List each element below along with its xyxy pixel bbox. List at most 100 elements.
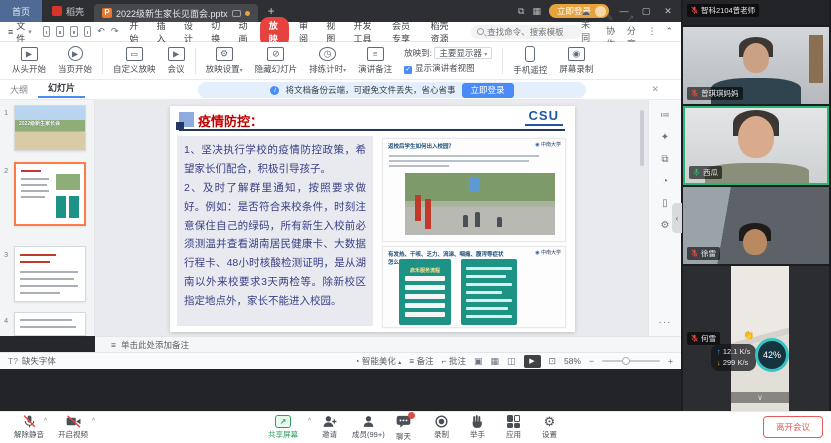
chart-tool-icon[interactable]: ◔ <box>662 176 668 187</box>
menu-tab-devtools[interactable]: 开发工具 <box>346 19 385 45</box>
hide-slide-button[interactable]: 隐藏幻灯片 <box>249 47 304 75</box>
members-button[interactable]: 成员(99+) <box>352 415 385 440</box>
output-icon[interactable] <box>56 26 64 37</box>
more-tools-icon[interactable]: ··· <box>659 317 672 328</box>
share-screen-button[interactable]: 共享屏幕 <box>268 415 298 440</box>
menu-tab-design[interactable]: 设计 <box>176 19 203 45</box>
smart-beautify-button[interactable]: ◔ 智能美化 ▴ <box>354 355 401 367</box>
flow-card-left: 启禾服务流程 <box>399 259 451 325</box>
video-tile-2[interactable]: 曾琪琪妈妈 <box>683 27 829 104</box>
print-icon[interactable] <box>70 26 78 37</box>
invite-button[interactable]: 邀请 <box>322 415 337 440</box>
slide-thumbnail-1[interactable]: 2022级新生家长会 <box>14 105 86 151</box>
share-options-chevron[interactable]: ^ <box>308 418 311 425</box>
menu-tab-transition[interactable]: 切换 <box>203 19 230 45</box>
sorter-view-icon[interactable]: ▦ <box>490 356 499 367</box>
save-icon[interactable] <box>43 26 51 37</box>
unmute-button[interactable]: 解除静音 <box>14 415 44 440</box>
menu-tab-animation[interactable]: 动画 <box>230 19 257 45</box>
panel-collapse-handle[interactable]: ‹ <box>672 203 682 233</box>
apps-button[interactable]: 应用 <box>506 415 521 440</box>
beautify-wand-icon[interactable]: ✦ <box>661 132 669 143</box>
menu-tab-member[interactable]: 会员专享 <box>384 19 423 45</box>
menu-tab-docer-res[interactable]: 稻壳资源 <box>423 19 462 45</box>
redo-icon[interactable]: ↷ <box>111 26 119 37</box>
record-button[interactable]: 录制 <box>434 415 449 440</box>
menu-tab-review[interactable]: 审阅 <box>291 19 318 45</box>
presenter-view-checkbox[interactable]: ✓显示演讲者视图 <box>404 62 492 74</box>
missing-font-icon[interactable]: T? <box>8 356 18 366</box>
hide-slide-icon <box>267 47 284 61</box>
custom-show-icon <box>126 47 143 61</box>
zoom-level[interactable]: 58% <box>564 356 581 366</box>
slide-thumbnail-2-selected[interactable] <box>14 162 86 226</box>
screen-record-icon <box>568 47 585 61</box>
rehearse-timing-icon <box>319 47 336 61</box>
docer-tab[interactable]: 稻壳 <box>42 0 94 22</box>
settings-tool-icon[interactable]: ⚙ <box>661 220 670 231</box>
video-tile-1[interactable]: 智科2104曾老师 <box>683 0 829 25</box>
meeting-button[interactable]: 会议 <box>162 47 191 75</box>
settings-button[interactable]: ⚙ 设置 <box>542 415 557 440</box>
undo-icon[interactable]: ↶ <box>97 26 105 37</box>
slides-pane-tab[interactable]: 幻灯片 <box>38 81 85 98</box>
video-tile-3-active-speaker[interactable]: 西瓜 <box>683 106 829 185</box>
duplicate-icon[interactable]: ⧉ <box>661 154 668 165</box>
split-view-icon[interactable]: ⧉ <box>518 6 524 17</box>
zoom-out-icon[interactable]: − <box>589 356 594 366</box>
search-input[interactable] <box>487 27 575 37</box>
reading-view-icon[interactable]: ◫ <box>507 356 516 367</box>
normal-view-icon[interactable]: ▣ <box>474 356 483 367</box>
workspace-grid-icon[interactable]: ▦ <box>532 6 541 17</box>
slide-number: 1 <box>4 108 8 117</box>
chat-button[interactable]: 聊天 <box>396 415 411 442</box>
slide-thumbnail-4[interactable] <box>14 312 86 336</box>
phone-remote-button[interactable]: 手机遥控 <box>507 46 553 76</box>
outline-pane-tab[interactable]: 大纲 <box>0 83 38 96</box>
video-tile-5[interactable]: 何雪 👏 ↑ 12.1 K/s ↓ 299 K/s 42% ∨ <box>683 266 829 411</box>
collapse-ribbon-icon[interactable]: ⌃ <box>666 26 674 37</box>
preview-icon[interactable] <box>84 26 92 37</box>
menu-tab-view[interactable]: 视图 <box>318 19 345 45</box>
notes-toggle-button[interactable]: ≡ 备注 <box>409 355 433 367</box>
object-properties-icon[interactable]: ≔ <box>660 110 670 121</box>
docer-logo-icon <box>52 6 62 16</box>
zoom-slider[interactable] <box>602 360 660 362</box>
zoom-in-icon[interactable]: + <box>668 356 673 366</box>
slide-thumbnail-3[interactable] <box>14 246 86 302</box>
video-tile-4[interactable]: 徐雷 <box>683 187 829 264</box>
start-video-button[interactable]: 开启视频 <box>58 415 88 440</box>
display-to-select[interactable]: 主要显示器 ▾ <box>434 47 492 59</box>
show-settings-button[interactable]: 放映设置▾ <box>200 47 249 75</box>
video-options-chevron[interactable]: ^ <box>92 418 95 425</box>
missing-font-label[interactable]: 缺失字体 <box>22 355 56 367</box>
from-beginning-button[interactable]: 从头开始 <box>6 47 52 75</box>
phone-connect-icon[interactable]: ▯ <box>662 198 668 209</box>
share-screen-icon <box>275 415 291 428</box>
fit-page-icon[interactable]: ⊡ <box>549 356 557 367</box>
banner-login-button[interactable]: 立即登录 <box>462 83 514 98</box>
slide-canvas[interactable]: 疫情防控： CSU 1、坚决执行学校的疫情防控政策，希望家长们配合，积极引导孩子… <box>95 100 648 336</box>
notes-strip[interactable]: ≡ 单击此处添加备注 <box>95 336 681 352</box>
custom-show-button[interactable]: 自定义放映 <box>107 47 162 75</box>
raise-hand-button[interactable]: 举手 <box>470 415 485 440</box>
canvas-scrollbar[interactable] <box>640 110 644 166</box>
speaker-notes-button[interactable]: 演讲备注 <box>352 47 398 75</box>
menu-tab-start[interactable]: 开始 <box>121 19 148 45</box>
more-icon[interactable]: ⋮ <box>648 26 657 37</box>
new-tab-button[interactable]: + <box>258 4 285 18</box>
from-current-button[interactable]: 当页开始 <box>52 46 98 75</box>
command-search[interactable] <box>471 25 581 39</box>
collapse-tile-chevron-icon[interactable]: ∨ <box>731 392 789 403</box>
annotate-button[interactable]: ⌐ 批注 <box>442 355 466 367</box>
rehearse-timing-button[interactable]: 排练计时▾ <box>303 47 352 75</box>
play-slideshow-button[interactable]: ▶ <box>524 355 541 368</box>
screen-record-button[interactable]: 屏幕录制 <box>553 47 599 75</box>
current-slide[interactable]: 疫情防控： CSU 1、坚决执行学校的疫情防控政策，希望家长们配合，积极引导孩子… <box>170 106 575 332</box>
menu-tab-insert[interactable]: 插入 <box>149 19 176 45</box>
mic-options-chevron[interactable]: ^ <box>44 418 47 425</box>
leave-meeting-button[interactable]: 离开会议 <box>763 416 823 438</box>
file-menu[interactable]: ≡ 文件 ▾ <box>0 19 40 45</box>
banner-close-icon[interactable]: ✕ <box>651 84 659 95</box>
zoom-slider-handle[interactable] <box>622 357 630 365</box>
